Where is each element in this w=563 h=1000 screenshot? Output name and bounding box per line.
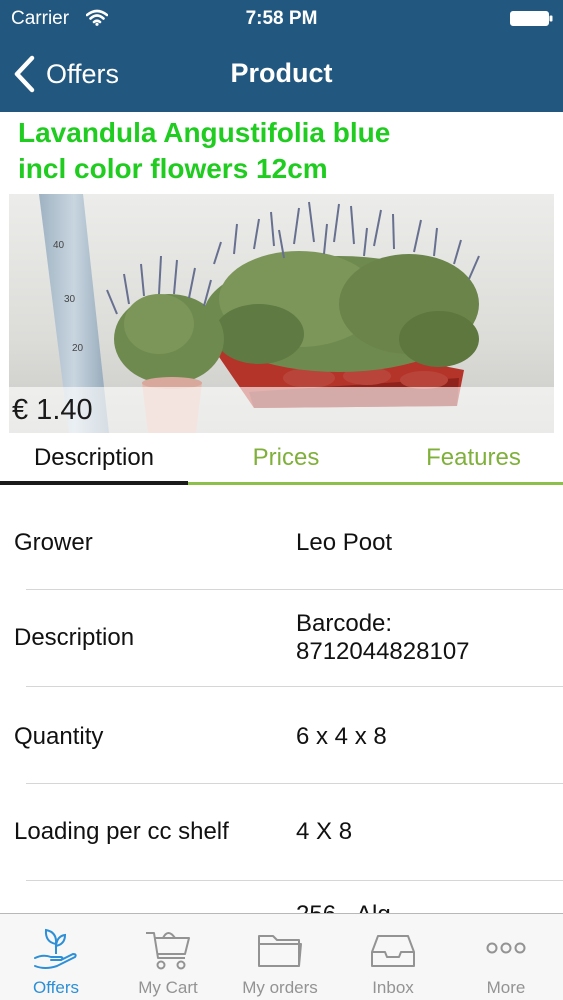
tabbar-label: Inbox xyxy=(372,978,414,997)
product-price: € 1.40 xyxy=(12,394,93,426)
tab-description[interactable]: Description xyxy=(0,434,188,482)
product-tabs: Description Prices Features xyxy=(0,434,563,485)
inactive-tab-indicator xyxy=(188,482,563,485)
detail-value: Barcode: 8712044828107 xyxy=(296,610,556,666)
tab-prices[interactable]: Prices xyxy=(188,434,384,482)
detail-value: 4 X 8 xyxy=(296,818,353,845)
detail-label: Grower xyxy=(14,529,93,556)
detail-label: Description xyxy=(14,624,135,651)
detail-value: 6 x 4 x 8 xyxy=(296,723,387,750)
product-title-line-2: incl color flowers 12cm xyxy=(18,153,328,184)
svg-text:20: 20 xyxy=(72,343,84,354)
plant-hand-icon xyxy=(34,928,77,969)
inbox-tray-icon xyxy=(371,935,415,967)
svg-text:40: 40 xyxy=(53,240,65,251)
detail-row-quantity: Quantity 6 x 4 x 8 xyxy=(0,687,563,784)
product-title: Lavandula Angustifolia blue incl color f… xyxy=(18,115,548,187)
detail-row-loading: Loading per cc shelf 4 X 8 xyxy=(0,784,563,881)
tabbar-item-more[interactable]: More xyxy=(450,914,562,1000)
detail-value: 256 - Alg xyxy=(296,901,556,913)
detail-value: Leo Poot xyxy=(296,529,393,556)
product-title-line-1: Lavandula Angustifolia blue xyxy=(18,117,391,148)
detail-row-grower: Grower Leo Poot xyxy=(0,493,563,590)
tabbar-label: My Cart xyxy=(138,978,198,997)
tabbar-item-my-cart[interactable]: My Cart xyxy=(112,914,224,1000)
detail-label: Loading per cc shelf xyxy=(14,818,229,845)
tabbar-label: My orders xyxy=(242,978,318,997)
tabbar-label: Offers xyxy=(33,978,79,997)
detail-row-description: Description Barcode: 8712044828107 xyxy=(0,590,563,687)
folder-icon xyxy=(258,935,302,967)
active-tab-indicator xyxy=(0,481,188,485)
tabbar-item-offers[interactable]: Offers xyxy=(0,914,112,1000)
details-list: Grower Leo Poot Description Barcode: 871… xyxy=(0,493,563,913)
tabbar-item-inbox[interactable]: Inbox xyxy=(337,914,449,1000)
cart-icon xyxy=(146,932,190,970)
bottom-tab-bar: Offers My Cart My orders Inbox More xyxy=(0,913,563,1000)
detail-label: Quantity xyxy=(14,723,104,750)
tabbar-label: More xyxy=(486,978,526,997)
battery-icon xyxy=(510,11,553,26)
svg-text:30: 30 xyxy=(64,294,76,305)
product-image: 40 30 20 € 1.40 xyxy=(9,194,554,433)
page-title: Product xyxy=(230,58,333,88)
detail-value-line-1: Barcode: xyxy=(296,610,393,637)
more-dots-icon xyxy=(486,942,526,954)
detail-value-line-2: 8712044828107 xyxy=(296,638,470,665)
navigation-bar: Carrier 7:58 PM Offers Product xyxy=(0,0,563,112)
tabbar-item-my-orders[interactable]: My orders xyxy=(224,914,336,1000)
product-screen: Carrier 7:58 PM Offers Product Lavandula… xyxy=(0,0,563,1000)
status-time: 7:58 PM xyxy=(245,8,318,29)
tab-features[interactable]: Features xyxy=(384,434,563,482)
status-bar: Carrier 7:58 PM xyxy=(0,0,563,38)
detail-row-partial: 256 - Alg xyxy=(0,881,563,913)
